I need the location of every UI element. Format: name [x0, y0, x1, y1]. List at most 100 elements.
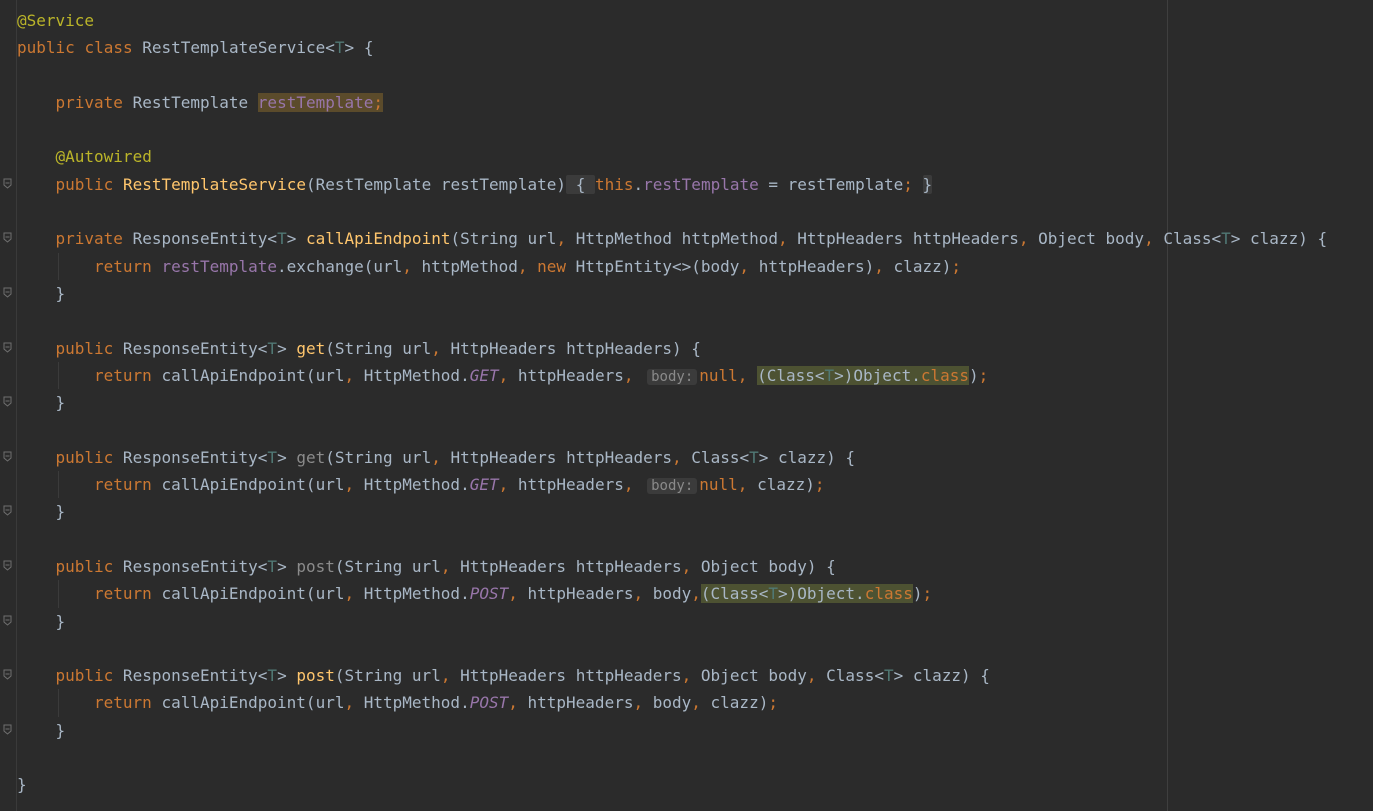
code-token: { — [566, 174, 595, 194]
code-line[interactable] — [17, 526, 1373, 553]
code-token: , — [508, 693, 528, 713]
code-line-content: return callApiEndpoint(url, HttpMethod.P… — [17, 584, 933, 604]
code-token: Class< — [691, 447, 750, 467]
code-line[interactable]: public class RestTemplateService<T> { — [17, 34, 1373, 61]
code-token: , — [681, 556, 701, 576]
fold-marker-icon[interactable] — [3, 178, 12, 189]
code-token: httpHeaders — [527, 584, 634, 604]
code-line-content: } — [17, 284, 66, 303]
code-token: , — [633, 693, 653, 713]
code-line[interactable] — [17, 198, 1373, 225]
code-token: clazz) — [710, 693, 769, 713]
code-line[interactable]: return callApiEndpoint(url, HttpMethod.G… — [17, 471, 1373, 499]
code-line-content: } — [17, 775, 27, 794]
fold-marker-icon[interactable] — [3, 287, 12, 298]
code-token: Class< — [826, 666, 884, 686]
code-token: , — [498, 365, 518, 385]
code-line[interactable]: return callApiEndpoint(url, HttpMethod.P… — [17, 689, 1373, 717]
code-line-content: } — [17, 393, 66, 412]
code-line[interactable] — [17, 744, 1373, 771]
code-token: return — [94, 584, 162, 604]
code-line[interactable]: } — [3, 717, 1373, 744]
code-token: , — [402, 256, 422, 276]
code-token: null — [699, 365, 738, 385]
code-token: return — [94, 256, 162, 276]
code-line-content: private RestTemplate restTemplate; — [17, 92, 384, 112]
code-line[interactable]: return callApiEndpoint(url, HttpMethod.G… — [17, 361, 1373, 390]
code-line[interactable]: } — [17, 771, 1373, 798]
code-token: , — [440, 556, 461, 576]
fold-marker-icon[interactable] — [3, 451, 12, 462]
code-token: , — [431, 338, 451, 358]
code-token: @Autowired — [55, 147, 152, 167]
code-line[interactable]: public ResponseEntity<T> post(String url… — [3, 553, 1373, 580]
code-token: , — [344, 365, 364, 385]
indent-guide — [57, 471, 59, 499]
code-line[interactable]: } — [3, 608, 1373, 635]
code-line-content: private ResponseEntity<T> callApiEndpoin… — [17, 229, 1328, 249]
indent-guide — [57, 361, 59, 390]
code-line-content: public class RestTemplateService<T> { — [17, 38, 373, 57]
code-line[interactable]: return callApiEndpoint(url, HttpMethod.P… — [17, 580, 1373, 608]
code-token: , — [633, 584, 653, 604]
code-token: post — [296, 556, 335, 576]
code-line[interactable]: public ResponseEntity<T> post(String url… — [3, 662, 1373, 689]
fold-marker-icon[interactable] — [3, 724, 12, 735]
indent-guide — [57, 580, 59, 608]
parameter-hint: body: — [647, 478, 698, 495]
code-line[interactable]: } — [3, 498, 1373, 525]
code-line[interactable] — [17, 116, 1373, 143]
fold-marker-icon[interactable] — [3, 342, 12, 353]
code-token: ResponseEntity< — [113, 447, 268, 467]
code-token: ; — [814, 475, 825, 495]
code-line[interactable] — [17, 307, 1373, 334]
code-token: ; — [922, 584, 933, 604]
code-line[interactable]: public ResponseEntity<T> get(String url,… — [3, 444, 1373, 471]
code-token: } — [55, 502, 66, 522]
fold-marker-icon[interactable] — [3, 505, 12, 517]
code-token: (Class< — [757, 365, 825, 385]
code-token: , — [431, 447, 451, 467]
code-token: public — [17, 38, 75, 58]
code-line-content: } — [17, 721, 66, 740]
code-token: POST — [469, 584, 509, 604]
code-line[interactable]: public ResponseEntity<T> get(String url,… — [3, 335, 1373, 362]
code-token: = restTemplate — [758, 174, 904, 194]
code-line[interactable] — [17, 416, 1373, 443]
code-line[interactable]: } — [3, 389, 1373, 416]
code-editor[interactable]: @Service public class RestTemplateService… — [0, 0, 1373, 811]
code-token: restTemplate — [643, 174, 759, 194]
code-line[interactable]: public RestTemplateService(RestTemplate … — [3, 171, 1373, 198]
fold-marker-icon[interactable] — [3, 396, 12, 407]
fold-marker-icon[interactable] — [3, 615, 12, 626]
fold-marker-icon[interactable] — [3, 560, 12, 571]
code-token: , — [681, 666, 701, 686]
code-token: class — [920, 365, 970, 385]
code-token: return — [94, 475, 162, 495]
code-token: ; — [373, 92, 384, 112]
code-token: RestTemplateService — [132, 38, 326, 58]
code-token: public — [55, 447, 114, 467]
code-line[interactable] — [17, 635, 1373, 662]
code-line[interactable]: } — [3, 280, 1373, 307]
code-area[interactable]: @Service public class RestTemplateService… — [3, 7, 1373, 799]
code-token: > clazz) { — [1230, 229, 1328, 249]
code-line[interactable]: @Autowired — [17, 143, 1373, 170]
code-token: , — [498, 475, 518, 495]
code-token: HttpHeaders httpHeaders — [450, 447, 673, 467]
code-line[interactable]: @Service — [17, 7, 1373, 34]
fold-marker-icon[interactable] — [3, 669, 12, 680]
code-line[interactable]: private ResponseEntity<T> callApiEndpoin… — [3, 225, 1373, 252]
code-token: (String url — [325, 338, 432, 358]
code-token: callApiEndpoint(url — [161, 693, 345, 713]
code-token: , — [691, 584, 701, 604]
code-token: , — [672, 447, 692, 467]
code-token: private — [55, 229, 123, 249]
code-line[interactable]: private RestTemplate restTemplate; — [17, 89, 1373, 116]
code-line[interactable] — [17, 62, 1373, 89]
code-line[interactable]: return restTemplate.exchange(url, httpMe… — [17, 252, 1373, 280]
fold-marker-icon[interactable] — [3, 232, 12, 244]
code-token: this — [594, 174, 634, 194]
code-token: RestTemplateService — [122, 174, 306, 194]
